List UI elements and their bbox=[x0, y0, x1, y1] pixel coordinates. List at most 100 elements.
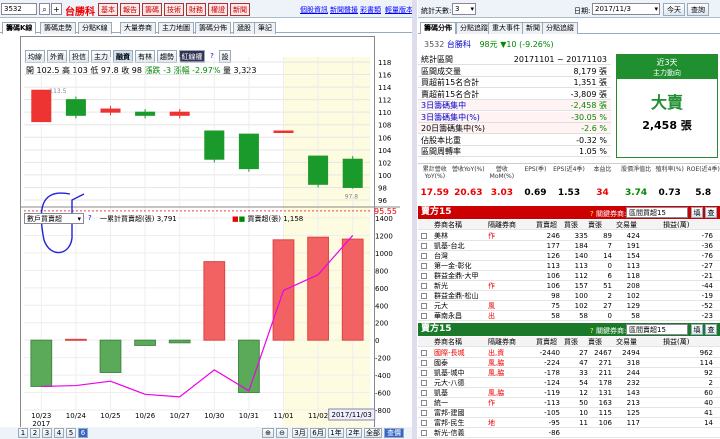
range-1y[interactable]: 1年 bbox=[328, 428, 344, 438]
table-cell: 國際-長城 bbox=[434, 349, 465, 357]
right-tab-1[interactable]: 分點追蹤 bbox=[456, 22, 492, 34]
row-checkbox[interactable] bbox=[421, 410, 427, 416]
row-checkbox[interactable] bbox=[421, 303, 427, 309]
table-row[interactable]: 凱基-城中 風,脇 -178 33 211 244 92 bbox=[418, 368, 720, 378]
table-row[interactable]: 新光-信義 -86 bbox=[418, 428, 720, 438]
fund-value: 0.69 bbox=[524, 188, 547, 198]
table-row[interactable]: 群益金鼎-大甲 106 112 6 118 -21 bbox=[418, 271, 720, 281]
date-input[interactable]: 2017/11/3 ▾ bbox=[592, 3, 660, 15]
period-select[interactable]: 3 ▾ bbox=[452, 3, 476, 15]
table-row[interactable]: 第一金-彰化 113 113 0 113 -27 bbox=[418, 261, 720, 271]
table-row[interactable]: 國際-長城 出,資 -2440 27 2467 2494 962 bbox=[418, 348, 720, 358]
right-tab-0[interactable]: 籌碼分佈 bbox=[420, 22, 456, 34]
range-2y[interactable]: 2年 bbox=[346, 428, 362, 438]
table-cell: -2440 bbox=[539, 349, 560, 357]
table-row[interactable]: 統一 作 -113 50 163 213 40 bbox=[418, 398, 720, 408]
table-row[interactable]: 群益金鼎-松山 98 100 2 102 -19 bbox=[418, 291, 720, 301]
row-checkbox[interactable] bbox=[421, 420, 427, 426]
row-checkbox[interactable] bbox=[421, 380, 427, 386]
table-cell: 14 bbox=[603, 252, 612, 260]
table-row[interactable]: 國泰 風,脇 -224 47 271 318 114 bbox=[418, 358, 720, 368]
trend-box-verdict: 大賣 bbox=[650, 93, 683, 112]
stats-value: 1.05 % bbox=[579, 147, 607, 156]
zoom-in-icon[interactable]: ⊕ bbox=[262, 428, 274, 438]
row-checkbox[interactable] bbox=[421, 293, 427, 299]
table-row[interactable]: 富邦-建國 -105 10 115 125 41 bbox=[418, 408, 720, 418]
buy-fill-button[interactable]: 填 bbox=[691, 207, 703, 218]
range-query[interactable]: 查價 bbox=[384, 428, 404, 438]
row-checkbox[interactable] bbox=[421, 390, 427, 396]
candle-body bbox=[238, 133, 259, 170]
zoom-out-icon[interactable]: ⊖ bbox=[276, 428, 288, 438]
stats-row: 區間周轉率 1.05 % bbox=[418, 146, 611, 157]
row-checkbox[interactable] bbox=[421, 400, 427, 406]
table-col-header: 買賣超 bbox=[536, 338, 557, 346]
sell-query-button[interactable]: 查 bbox=[705, 324, 717, 335]
table-row[interactable]: 元大-八德 -124 54 178 232 2 bbox=[418, 378, 720, 388]
table-cell: 國泰 bbox=[434, 359, 448, 367]
fund-value: 20.63 bbox=[454, 188, 483, 198]
page-5[interactable]: 5 bbox=[66, 428, 76, 438]
page-2[interactable]: 2 bbox=[30, 428, 40, 438]
row-checkbox[interactable] bbox=[421, 430, 427, 436]
sell-question: ? 關鍵券商: bbox=[590, 327, 627, 335]
sell-select[interactable]: 區間賣超15 bbox=[626, 324, 688, 335]
date-end: 2017/11/03 bbox=[332, 411, 372, 419]
table-cell: 凱基 bbox=[434, 389, 448, 397]
fund-value: 3.74 bbox=[624, 188, 648, 198]
sub-select[interactable]: 數戶買賣超 ▾ bbox=[24, 213, 84, 224]
row-checkbox[interactable] bbox=[421, 283, 427, 289]
page-6[interactable]: 6 bbox=[78, 428, 88, 438]
page-1[interactable]: 1 bbox=[18, 428, 28, 438]
sell-fill-button[interactable]: 填 bbox=[691, 324, 703, 335]
sub-tick: 800 bbox=[375, 267, 388, 275]
table-row[interactable]: 華南永昌 出 58 58 0 58 -23 bbox=[418, 311, 720, 321]
row-checkbox[interactable] bbox=[421, 233, 427, 239]
range-all[interactable]: 全部 bbox=[364, 428, 382, 438]
table-row[interactable]: 美林 作 246 335 89 424 -76 bbox=[418, 231, 720, 241]
table-cell: 246 bbox=[546, 232, 560, 240]
row-checkbox[interactable] bbox=[421, 350, 427, 356]
right-tab-4[interactable]: 分點追縱 bbox=[542, 22, 578, 34]
table-row[interactable]: 台灣 126 140 14 154 -76 bbox=[418, 251, 720, 261]
row-checkbox[interactable] bbox=[421, 360, 427, 366]
page-4[interactable]: 4 bbox=[54, 428, 64, 438]
table-cell: 335 bbox=[574, 232, 588, 240]
right-tab-3[interactable]: 新聞 bbox=[522, 22, 544, 34]
right-tab-2[interactable]: 重大事件 bbox=[488, 22, 524, 34]
table-cell: 191 bbox=[626, 242, 640, 250]
table-cell: 318 bbox=[626, 359, 640, 367]
row-checkbox[interactable] bbox=[421, 313, 427, 319]
table-cell: 129 bbox=[626, 302, 640, 310]
buy-query-button[interactable]: 查 bbox=[705, 207, 717, 218]
query-button[interactable]: 查詢 bbox=[687, 3, 709, 16]
sub-tick: 400 bbox=[375, 302, 388, 310]
row-checkbox[interactable] bbox=[421, 253, 427, 259]
page-3[interactable]: 3 bbox=[42, 428, 52, 438]
range-3m[interactable]: 3月 bbox=[292, 428, 308, 438]
row-checkbox[interactable] bbox=[421, 263, 427, 269]
buy-select[interactable]: 區間買超15 bbox=[626, 207, 688, 218]
sub-help-icon[interactable]: ? bbox=[88, 214, 92, 222]
pane-divider[interactable] bbox=[412, 0, 417, 439]
row-checkbox[interactable] bbox=[421, 273, 427, 279]
price-tick: 98 bbox=[378, 184, 387, 192]
table-cell: -19 bbox=[701, 292, 713, 300]
table-cell: -23 bbox=[701, 312, 713, 320]
buy-select-value: 區間買超15 bbox=[629, 209, 666, 217]
fund-value: 34 bbox=[596, 188, 609, 198]
table-row[interactable]: 富邦-民生 地 -95 11 106 117 14 bbox=[418, 418, 720, 428]
table-cell: 58 bbox=[551, 312, 560, 320]
candle-body bbox=[31, 89, 52, 123]
row-checkbox[interactable] bbox=[421, 243, 427, 249]
range-6m[interactable]: 6月 bbox=[310, 428, 326, 438]
table-col-header: 買張 bbox=[564, 338, 578, 346]
row-checkbox[interactable] bbox=[421, 370, 427, 376]
stats-key: 區間周轉率 bbox=[421, 147, 461, 156]
today-button[interactable]: 今天 bbox=[663, 3, 685, 16]
table-row[interactable]: 元大 風 75 102 27 129 -52 bbox=[418, 301, 720, 311]
table-row[interactable]: 新光 作 106 157 51 208 -44 bbox=[418, 281, 720, 291]
table-row[interactable]: 凱基-台北 177 184 7 191 -36 bbox=[418, 241, 720, 251]
table-row[interactable]: 凱基 風,脇 -119 12 131 143 60 bbox=[418, 388, 720, 398]
table-cell: 出 bbox=[488, 312, 495, 320]
